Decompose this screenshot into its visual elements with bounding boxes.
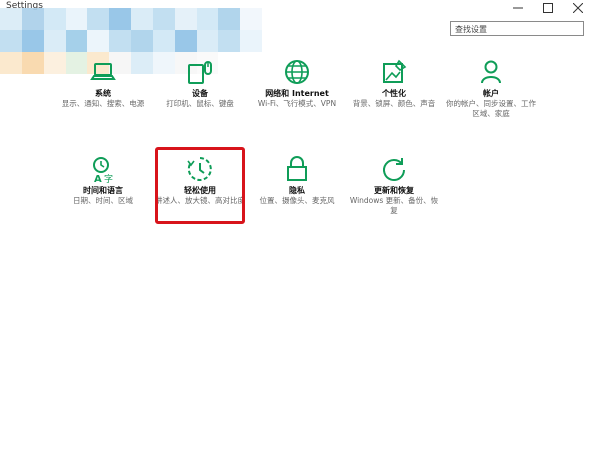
- tile-accounts-desc: 你的帐户、同步设置、工作区域、家庭: [446, 99, 536, 118]
- svg-text:字: 字: [104, 173, 113, 183]
- globe-icon: [285, 60, 309, 84]
- tile-personalization-desc: 背景、锁屏、颜色、声音: [352, 99, 436, 108]
- tile-privacy-label: 隐私: [289, 186, 305, 195]
- tile-update-recovery-desc: Windows 更新、备份、恢复: [349, 196, 439, 215]
- devices-icon: [188, 61, 212, 84]
- svg-text:A: A: [94, 174, 102, 183]
- tile-network-desc: Wi-Fi、飞行模式、VPN: [257, 99, 337, 108]
- account-icon: [481, 60, 501, 84]
- tile-system[interactable]: 系统 显示、通知、搜索、电源: [58, 58, 148, 109]
- tile-personalization[interactable]: 个性化 背景、锁屏、颜色、声音: [349, 58, 439, 109]
- tile-devices[interactable]: 设备 打印机、鼠标、键盘: [155, 58, 245, 109]
- close-button[interactable]: [563, 0, 593, 16]
- maximize-icon: [543, 3, 553, 13]
- minimize-button[interactable]: [503, 0, 533, 16]
- tile-time-language-label: 时间和语言: [83, 186, 123, 195]
- tile-devices-desc: 打印机、鼠标、键盘: [166, 99, 234, 108]
- tile-system-label: 系统: [95, 89, 111, 98]
- tile-time-language[interactable]: A 字 时间和语言 日期、时间、区域: [58, 155, 148, 206]
- close-icon: [573, 3, 583, 13]
- tile-accounts[interactable]: 帐户 你的帐户、同步设置、工作区域、家庭: [446, 58, 536, 119]
- laptop-icon: [90, 63, 116, 80]
- tile-update-recovery[interactable]: 更新和恢复 Windows 更新、备份、恢复: [349, 155, 439, 216]
- highlight-box: [155, 147, 245, 224]
- personalize-icon: [383, 59, 407, 83]
- tile-network-label: 网络和 Internet: [265, 89, 329, 98]
- search-input-text: 查找设置: [455, 25, 487, 34]
- tile-system-desc: 显示、通知、搜索、电源: [61, 99, 145, 108]
- search-input[interactable]: 查找设置: [450, 21, 584, 36]
- tile-network[interactable]: 网络和 Internet Wi-Fi、飞行模式、VPN: [252, 58, 342, 109]
- tile-devices-label: 设备: [192, 89, 208, 98]
- refresh-icon: [383, 158, 405, 181]
- tile-accounts-label: 帐户: [483, 89, 499, 98]
- lock-icon: [287, 156, 307, 181]
- tile-privacy[interactable]: 隐私 位置、摄像头、麦克风: [252, 155, 342, 206]
- tile-time-language-desc: 日期、时间、区域: [73, 196, 133, 205]
- tile-privacy-desc: 位置、摄像头、麦克风: [259, 196, 335, 205]
- minimize-icon: [513, 7, 523, 9]
- tile-update-recovery-label: 更新和恢复: [374, 186, 414, 195]
- tile-personalization-label: 个性化: [382, 89, 406, 98]
- maximize-button[interactable]: [533, 0, 563, 16]
- time-language-icon: A 字: [93, 157, 113, 183]
